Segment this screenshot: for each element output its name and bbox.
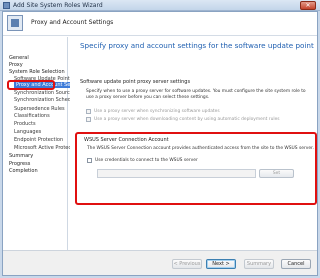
cancel-button[interactable]: Cancel bbox=[281, 259, 311, 269]
header-title: Proxy and Account Settings bbox=[31, 19, 114, 26]
wizard-header: Proxy and Account Settings bbox=[3, 12, 317, 36]
wizard-footer: < Previous Next > Summary Cancel bbox=[3, 250, 317, 275]
window-title: Add Site System Roles Wizard bbox=[13, 2, 103, 9]
close-button[interactable]: ✕ bbox=[300, 1, 316, 10]
wsus-connection-group: WSUS Server Connection Account The WSUS … bbox=[75, 132, 317, 205]
proxy-sync-checkbox[interactable] bbox=[86, 109, 91, 114]
nav-completion[interactable]: Completion bbox=[9, 168, 38, 174]
proxy-adr-option: Use a proxy server when downloading cont… bbox=[86, 117, 280, 122]
title-bar: Add Site System Roles Wizard ✕ bbox=[0, 0, 320, 11]
proxy-description: Specify when to use a proxy server for s… bbox=[86, 89, 306, 100]
proxy-section-label: Software update point proxy server setti… bbox=[80, 79, 191, 85]
nav-synchronization-schedule[interactable]: Synchronization Schedule bbox=[14, 97, 79, 103]
nav-progress[interactable]: Progress bbox=[9, 161, 30, 167]
wsus-credentials-label: Use credentials to connect to the WSUS s… bbox=[95, 158, 198, 163]
nav-proxy[interactable]: Proxy bbox=[9, 62, 23, 68]
wizard-window: Proxy and Account Settings General Proxy… bbox=[2, 11, 318, 276]
proxy-adr-label: Use a proxy server when downloading cont… bbox=[94, 117, 280, 122]
nav-supersedence-rules[interactable]: Supersedence Rules bbox=[14, 106, 65, 112]
wsus-heading: WSUS Server Connection Account bbox=[84, 137, 169, 143]
nav-summary[interactable]: Summary bbox=[9, 153, 33, 159]
nav-microsoft-active-protection[interactable]: Microsoft Active Protecti bbox=[14, 145, 74, 151]
set-account-button[interactable]: Set bbox=[259, 169, 294, 178]
wizard-steps-nav: General Proxy System Role Selection Soft… bbox=[3, 37, 79, 250]
nav-products[interactable]: Products bbox=[14, 121, 36, 127]
highlight-outline bbox=[7, 80, 55, 90]
nav-endpoint-protection[interactable]: Endpoint Protection bbox=[14, 137, 63, 143]
next-button[interactable]: Next > bbox=[206, 259, 236, 269]
nav-languages[interactable]: Languages bbox=[14, 129, 41, 135]
app-icon bbox=[3, 2, 10, 9]
wsus-credentials-checkbox[interactable] bbox=[87, 158, 92, 163]
wsus-account-field[interactable] bbox=[97, 169, 256, 178]
proxy-adr-checkbox[interactable] bbox=[86, 117, 91, 122]
wsus-credentials-option: Use credentials to connect to the WSUS s… bbox=[87, 158, 198, 163]
wizard-icon bbox=[7, 15, 23, 31]
previous-button[interactable]: < Previous bbox=[172, 259, 202, 269]
main-panel: Specify proxy and account settings for t… bbox=[70, 37, 317, 250]
wsus-description: The WSUS Server Connection account provi… bbox=[87, 146, 314, 151]
nav-general[interactable]: General bbox=[9, 55, 29, 61]
proxy-sync-label: Use a proxy server when synchronizing so… bbox=[94, 109, 220, 114]
summary-button[interactable]: Summary bbox=[244, 259, 274, 269]
nav-classifications[interactable]: Classifications bbox=[14, 113, 50, 119]
nav-system-role-selection[interactable]: System Role Selection bbox=[9, 69, 65, 75]
page-title: Specify proxy and account settings for t… bbox=[80, 41, 314, 50]
nav-synchronization-source[interactable]: Synchronization Source bbox=[14, 90, 73, 96]
proxy-sync-option: Use a proxy server when synchronizing so… bbox=[86, 109, 220, 114]
